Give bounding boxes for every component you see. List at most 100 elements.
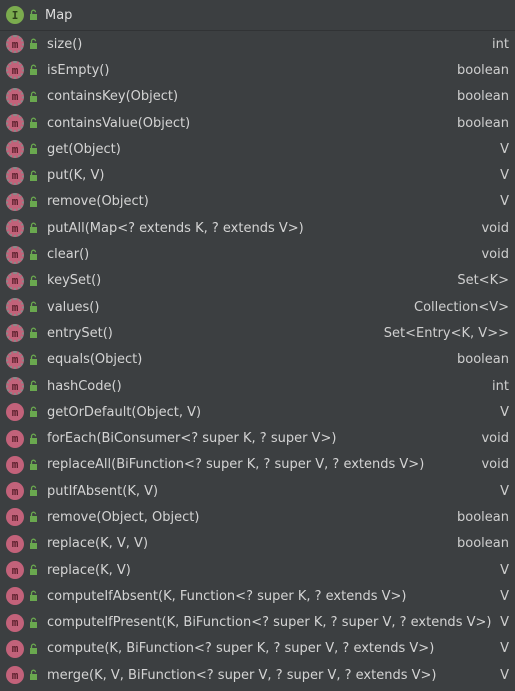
member-list: m size() int m isEmpty() boolean m containsKey(…: [0, 31, 515, 688]
member-row[interactable]: m compute(K, BiFunction<? super K, ? supe…: [0, 636, 515, 662]
public-lock-icon: [30, 380, 37, 391]
member-row[interactable]: m hashCode() int: [0, 373, 515, 399]
member-row[interactable]: m put(K, V) V: [0, 162, 515, 188]
member-signature: forEach(BiConsumer<? super K, ? super V>…: [47, 431, 337, 447]
member-row[interactable]: m merge(K, V, BiFunction<? super V, ? sup…: [0, 662, 515, 688]
member-return-type: void: [481, 247, 509, 263]
member-return-type: V: [500, 168, 509, 184]
public-lock-icon: [30, 170, 37, 181]
member-signature: hashCode(): [47, 378, 122, 394]
method-icon: m: [6, 613, 24, 632]
member-signature: putIfAbsent(K, V): [47, 483, 159, 499]
member-signature: get(Object): [47, 141, 121, 157]
member-signature: isEmpty(): [47, 62, 110, 78]
abstract-method-icon: m: [6, 166, 24, 185]
interface-icon: I: [6, 6, 24, 24]
public-lock-icon: [30, 406, 37, 418]
member-row[interactable]: m remove(Object, Object) boolean: [0, 504, 515, 530]
method-icon: m: [6, 403, 24, 422]
member-signature: computeIfAbsent(K, Function<? super K, ?…: [47, 588, 407, 604]
public-lock-icon: [30, 354, 37, 365]
public-lock-icon: [30, 117, 37, 129]
member-return-type: void: [481, 220, 509, 236]
member-row[interactable]: m values() Collection<V>: [0, 294, 515, 320]
public-lock-icon: [30, 643, 37, 654]
member-row[interactable]: m computeIfAbsent(K, Function<? super K, …: [0, 583, 515, 609]
member-row[interactable]: m entrySet() Set<Entry<K, V>>: [0, 320, 515, 346]
member-return-type: boolean: [457, 509, 509, 525]
member-row[interactable]: m replaceAll(BiFunction<? super K, ? supe…: [0, 452, 515, 478]
member-signature: remove(Object, Object): [47, 509, 200, 525]
interface-title: Map: [45, 7, 73, 23]
abstract-method-icon: m: [6, 350, 24, 369]
member-row[interactable]: m remove(Object) V: [0, 189, 515, 215]
member-signature: entrySet(): [47, 325, 113, 341]
abstract-method-icon: m: [6, 219, 24, 238]
abstract-method-icon: m: [6, 245, 24, 264]
abstract-method-icon: m: [6, 192, 24, 211]
member-return-type: void: [481, 431, 509, 447]
public-lock-icon: [30, 327, 37, 339]
method-icon: m: [6, 639, 24, 658]
member-signature: put(K, V): [47, 168, 105, 184]
member-row[interactable]: m putAll(Map<? extends K, ? extends V>) vo…: [0, 215, 515, 241]
member-return-type: Set<Entry<K, V>>: [383, 325, 509, 341]
member-row[interactable]: m containsValue(Object) boolean: [0, 110, 515, 136]
public-lock-icon: [30, 590, 37, 602]
public-lock-icon: [30, 222, 37, 234]
public-lock-icon: [30, 538, 37, 549]
member-signature: containsKey(Object): [47, 89, 179, 105]
member-signature: merge(K, V, BiFunction<? super V, ? supe…: [47, 667, 437, 683]
member-row[interactable]: m replace(K, V, V) boolean: [0, 531, 515, 557]
public-lock-icon: [30, 564, 37, 576]
member-return-type: int: [492, 378, 509, 394]
member-return-type: Set<K>: [457, 273, 509, 289]
abstract-method-icon: m: [6, 35, 24, 54]
public-lock-icon: [30, 617, 37, 628]
public-lock-icon: [30, 512, 37, 523]
member-return-type: boolean: [457, 115, 509, 131]
member-row[interactable]: m replace(K, V) V: [0, 557, 515, 583]
member-signature: replace(K, V): [47, 562, 131, 578]
member-row[interactable]: m isEmpty() boolean: [0, 57, 515, 83]
member-return-type: V: [500, 588, 509, 604]
member-row[interactable]: m clear() void: [0, 241, 515, 267]
member-return-type: V: [500, 141, 509, 157]
member-return-type: V: [500, 641, 509, 657]
member-row[interactable]: m get(Object) V: [0, 136, 515, 162]
member-signature: containsValue(Object): [47, 115, 191, 131]
member-signature: replace(K, V, V): [47, 536, 149, 552]
member-return-type: V: [500, 562, 509, 578]
public-lock-icon: [30, 143, 37, 155]
public-lock-icon: [30, 91, 37, 102]
member-signature: computeIfPresent(K, BiFunction<? super K…: [47, 615, 492, 631]
member-row[interactable]: m getOrDefault(Object, V) V: [0, 399, 515, 425]
member-return-type: V: [500, 404, 509, 420]
abstract-method-icon: m: [6, 377, 24, 395]
member-row[interactable]: m keySet() Set<K>: [0, 268, 515, 294]
member-return-type: V: [500, 483, 509, 499]
member-row[interactable]: m putIfAbsent(K, V) V: [0, 478, 515, 504]
member-return-type: boolean: [457, 62, 509, 78]
abstract-method-icon: m: [6, 298, 24, 317]
member-signature: values(): [47, 299, 100, 315]
member-signature: replaceAll(BiFunction<? super K, ? super…: [47, 457, 425, 473]
method-icon: m: [6, 534, 24, 553]
member-return-type: void: [481, 457, 509, 473]
member-row[interactable]: m forEach(BiConsumer<? super K, ? super V…: [0, 425, 515, 451]
method-icon: m: [6, 508, 24, 527]
member-signature: equals(Object): [47, 352, 143, 368]
abstract-method-icon: m: [6, 140, 24, 159]
method-icon: m: [6, 561, 24, 580]
member-row[interactable]: m equals(Object) boolean: [0, 347, 515, 373]
member-return-type: V: [500, 615, 509, 631]
member-row[interactable]: m size() int: [0, 31, 515, 57]
member-row[interactable]: m containsKey(Object) boolean: [0, 84, 515, 110]
member-row[interactable]: m computeIfPresent(K, BiFunction<? super …: [0, 610, 515, 636]
member-signature: remove(Object): [47, 194, 149, 210]
public-lock-icon: [30, 65, 37, 76]
abstract-method-icon: m: [6, 271, 24, 290]
structure-header[interactable]: I Map: [0, 0, 515, 31]
abstract-method-icon: m: [6, 61, 24, 80]
public-lock-icon: [30, 459, 37, 470]
